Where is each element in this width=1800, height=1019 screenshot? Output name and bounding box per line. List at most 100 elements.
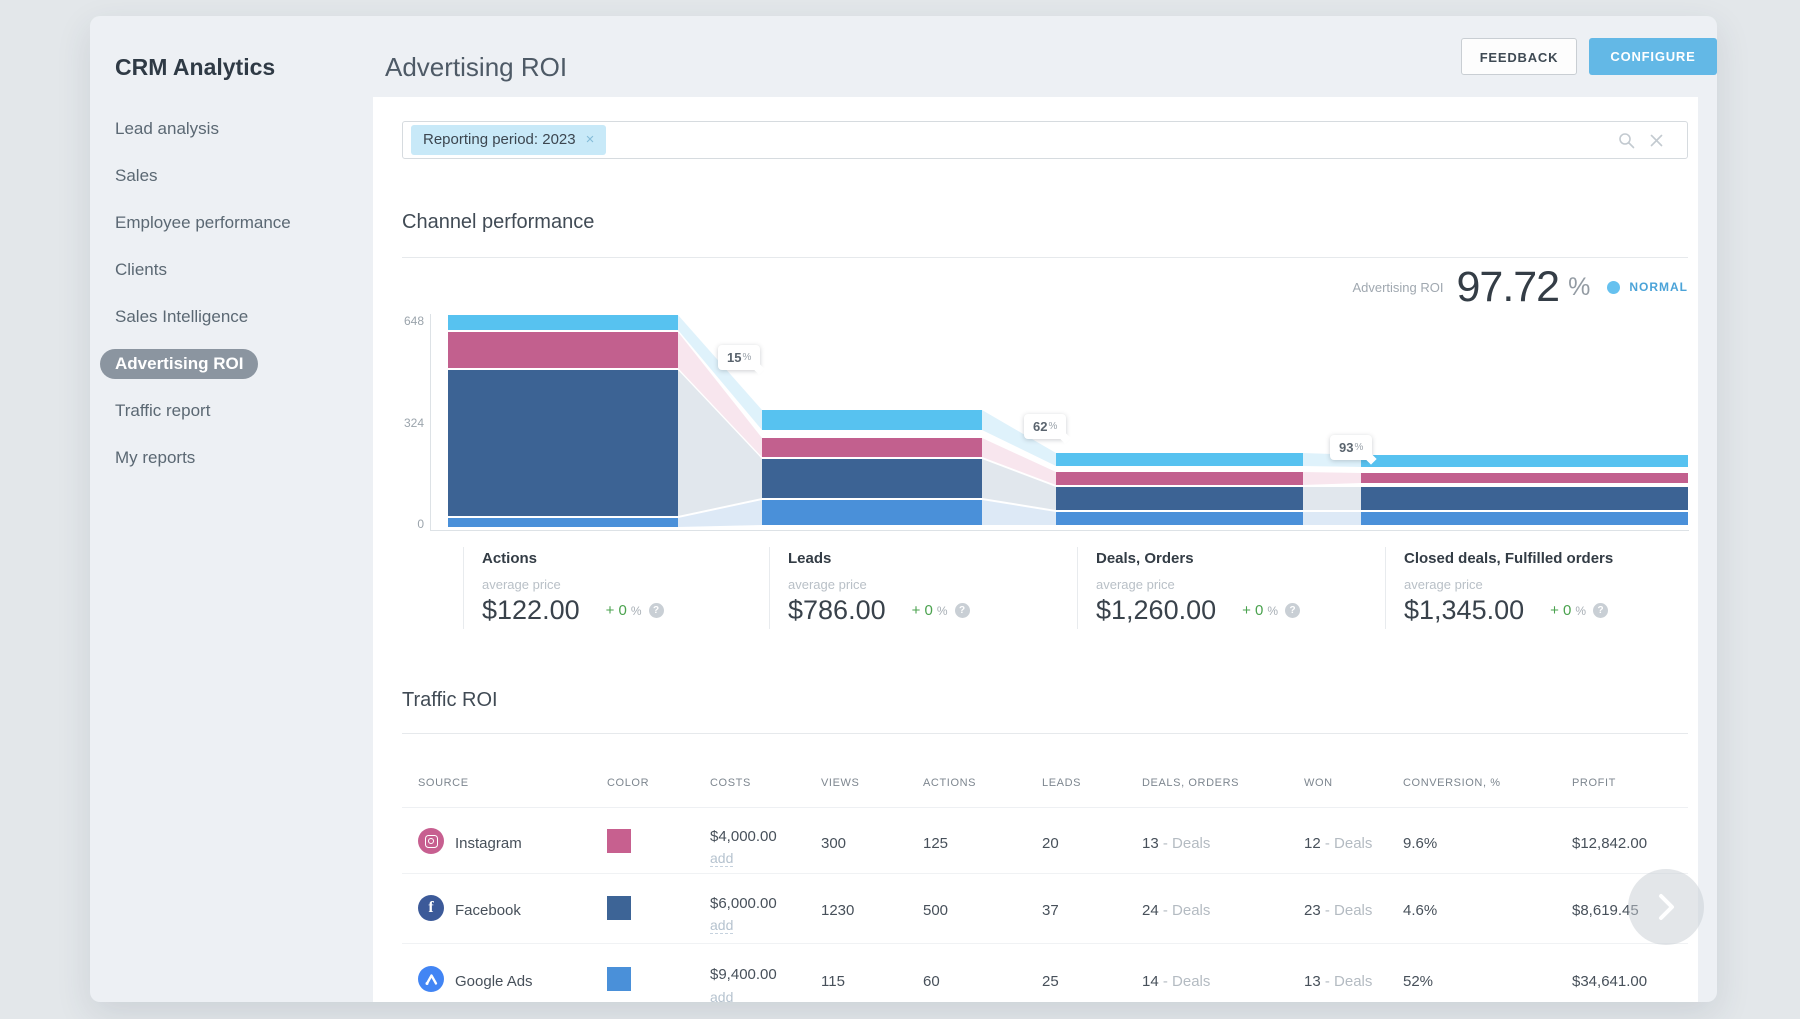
filter-input[interactable]: Reporting period: 2023 ×	[402, 121, 1688, 159]
table-row[interactable]: f Facebook $6,000.00 add 1230 500 37 24 …	[373, 873, 1698, 943]
feedback-button[interactable]: FEEDBACK	[1461, 38, 1577, 75]
stage-subtitle: average price	[788, 577, 1077, 592]
configure-button[interactable]: CONFIGURE	[1589, 38, 1717, 75]
facebook-f-glyph: f	[428, 899, 433, 917]
roi-label: Advertising ROI	[1352, 280, 1443, 295]
bar-deals-pink[interactable]	[1056, 472, 1303, 485]
divider	[402, 257, 1688, 258]
sidebar-item-my-reports[interactable]: My reports	[115, 448, 291, 468]
search-icon[interactable]	[1618, 132, 1635, 149]
bar-actions-sky[interactable]	[448, 315, 678, 330]
stage-card-closed-deals: Closed deals, Fulfilled orders average p…	[1385, 547, 1688, 629]
sidebar-item-traffic-report[interactable]: Traffic report	[115, 401, 291, 421]
bar-actions-bright[interactable]	[448, 518, 678, 527]
views-value: 115	[821, 973, 845, 990]
deals-value: 13 - Deals	[1142, 835, 1210, 852]
deals-suffix: - Deals	[1163, 835, 1211, 852]
stage-name: Actions	[482, 550, 769, 567]
roi-unit: %	[1568, 273, 1590, 302]
table-row[interactable]: Instagram $4,000.00 add 300 125 20 13 - …	[373, 809, 1698, 873]
sidebar-item-advertising-roi[interactable]: Advertising ROI	[100, 349, 258, 379]
connector-dark	[1303, 487, 1361, 510]
filter-tag-reporting-period[interactable]: Reporting period: 2023 ×	[411, 125, 606, 155]
column-header-color[interactable]: COLOR	[607, 777, 649, 789]
transition-percent-bubble: 93%	[1330, 435, 1372, 460]
table-scroll-right-button[interactable]	[1628, 869, 1704, 945]
help-icon[interactable]: ?	[649, 603, 664, 618]
color-swatch[interactable]	[607, 829, 631, 853]
filter-tag-label: Reporting period: 2023	[423, 131, 576, 148]
stage-subtitle: average price	[1096, 577, 1385, 592]
help-icon[interactable]: ?	[955, 603, 970, 618]
column-header-source[interactable]: SOURCE	[418, 777, 469, 789]
bar-actions-pink[interactable]	[448, 332, 678, 368]
google-ads-glyph	[424, 972, 439, 987]
column-header-won[interactable]: WON	[1304, 777, 1333, 789]
bar-leads-pink[interactable]	[762, 438, 982, 457]
stage-delta: + 0	[912, 602, 933, 619]
profit-value: $34,641.00	[1572, 973, 1647, 990]
bar-closed-pink[interactable]	[1361, 473, 1688, 483]
column-header-views[interactable]: VIEWS	[821, 777, 859, 789]
bar-closed-dark[interactable]	[1361, 487, 1688, 510]
sidebar-item-clients[interactable]: Clients	[115, 260, 291, 280]
content-area: Reporting period: 2023× Channel performa…	[373, 97, 1698, 1002]
costs-value: $9,400.00	[710, 966, 777, 983]
color-swatch[interactable]	[607, 896, 631, 920]
help-icon[interactable]: ?	[1593, 603, 1608, 618]
bar-deals-sky[interactable]	[1056, 453, 1303, 466]
column-header-costs[interactable]: COSTS	[710, 777, 751, 789]
won-count: 13	[1304, 973, 1321, 990]
column-header-actions[interactable]: ACTIONS	[923, 777, 976, 789]
bar-deals-bright[interactable]	[1056, 512, 1303, 525]
page-title: Advertising ROI	[385, 52, 567, 83]
filter-tag-remove-icon[interactable]: ×	[586, 131, 595, 148]
sidebar-item-sales-intelligence[interactable]: Sales Intelligence	[115, 307, 291, 327]
stage-delta: + 0	[606, 602, 627, 619]
transition-unit: %	[1048, 421, 1057, 432]
bar-leads-bright[interactable]	[762, 500, 982, 525]
color-swatch[interactable]	[607, 967, 631, 991]
sidebar-item-employee-performance[interactable]: Employee performance	[115, 213, 291, 233]
costs-value: $4,000.00	[710, 828, 777, 845]
views-value: 300	[821, 835, 846, 852]
won-value: 12 - Deals	[1304, 835, 1372, 852]
help-icon[interactable]: ?	[1285, 603, 1300, 618]
chevron-right-icon	[1653, 892, 1679, 922]
stage-name: Deals, Orders	[1096, 550, 1385, 567]
y-axis-tick: 0	[394, 517, 424, 531]
bar-closed-sky[interactable]	[1361, 455, 1688, 467]
add-cost-link[interactable]: add	[710, 850, 733, 867]
add-cost-link[interactable]: add	[710, 917, 733, 934]
add-cost-link[interactable]: add	[710, 989, 733, 1002]
sidebar-item-lead-analysis[interactable]: Lead analysis	[115, 119, 291, 139]
stage-price: $122.00	[482, 595, 580, 626]
won-suffix: - Deals	[1325, 902, 1373, 919]
google-ads-icon	[418, 966, 444, 992]
column-header-leads[interactable]: LEADS	[1042, 777, 1081, 789]
stage-delta: + 0	[1242, 602, 1263, 619]
column-header-profit[interactable]: PROFIT	[1572, 777, 1616, 789]
bar-actions-dark[interactable]	[448, 370, 678, 516]
views-value: 1230	[821, 902, 854, 919]
won-value: 13 - Deals	[1304, 973, 1372, 990]
transition-unit: %	[742, 352, 751, 363]
sidebar-item-sales[interactable]: Sales	[115, 166, 291, 186]
source-name: Facebook	[455, 902, 521, 919]
stage-delta-unit: %	[1575, 604, 1586, 618]
stage-price: $1,345.00	[1404, 595, 1524, 626]
table-row[interactable]: Google Ads $9,400.00 add 115 60 25 14 - …	[373, 943, 1698, 1002]
actions-value: 500	[923, 902, 948, 919]
bar-leads-dark[interactable]	[762, 459, 982, 498]
column-header-conversion[interactable]: CONVERSION, %	[1403, 777, 1501, 789]
bar-leads-sky[interactable]	[762, 410, 982, 430]
status-badge: NORMAL	[1629, 280, 1688, 294]
stage-subtitle: average price	[1404, 577, 1688, 592]
conversion-value: 52%	[1403, 973, 1433, 990]
bar-deals-dark[interactable]	[1056, 487, 1303, 510]
column-header-deals-orders[interactable]: DEALS, ORDERS	[1142, 777, 1239, 789]
clear-filter-icon[interactable]	[1648, 132, 1665, 149]
bar-closed-bright[interactable]	[1361, 512, 1688, 525]
stage-price: $1,260.00	[1096, 595, 1216, 626]
status-dot	[1607, 281, 1620, 294]
